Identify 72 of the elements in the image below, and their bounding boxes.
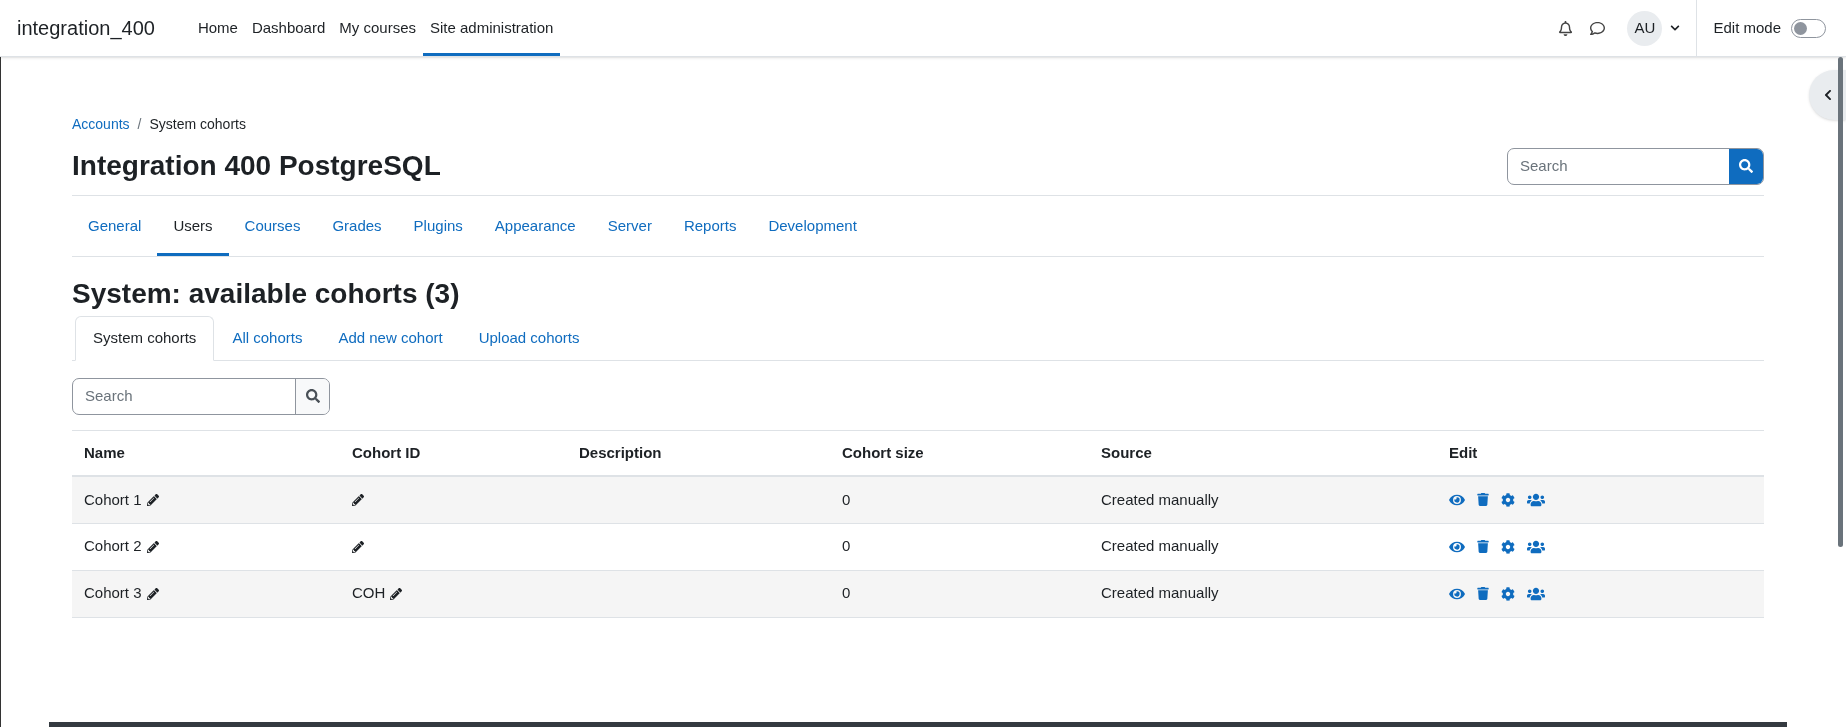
breadcrumb-current: System cohorts — [149, 115, 246, 134]
search-button[interactable] — [1729, 148, 1763, 184]
nav-link[interactable]: Site administration — [423, 0, 561, 56]
edit-mode-switch[interactable] — [1791, 18, 1826, 38]
search-field[interactable]: Search — [73, 378, 295, 414]
column-header: Description — [567, 430, 830, 476]
admin-tab[interactable]: Plugins — [397, 196, 479, 256]
section-heading: System: available cohorts (3) — [72, 277, 461, 311]
users-icon[interactable] — [1527, 538, 1545, 555]
table-cell-text: Cohort 3 — [84, 583, 142, 604]
pencil-icon[interactable] — [352, 540, 364, 553]
users-icon[interactable] — [1527, 491, 1545, 508]
breadcrumb-link[interactable]: Accounts — [72, 114, 130, 135]
search-icon — [1739, 159, 1753, 173]
chat-icon[interactable] — [1590, 20, 1606, 36]
column-header: Name — [72, 430, 340, 476]
settings-icon[interactable] — [1501, 586, 1515, 601]
table-cell: 0 — [842, 537, 851, 555]
admin-tab[interactable]: Grades — [316, 196, 398, 256]
nav-link[interactable]: Dashboard — [244, 0, 333, 56]
table-cell: 0 — [842, 490, 851, 508]
table-cell-text: COH — [352, 583, 386, 604]
column-header: Source — [1089, 430, 1437, 476]
pencil-icon[interactable] — [146, 493, 159, 506]
column-header: Cohort ID — [340, 430, 567, 476]
column-header: Cohort size — [830, 430, 1089, 476]
nav-link[interactable]: Home — [190, 0, 245, 56]
user-avatar[interactable]: AU — [1627, 10, 1663, 46]
trash-icon[interactable] — [1477, 493, 1489, 507]
nav-link[interactable]: My courses — [332, 0, 423, 56]
cohort-tab[interactable]: System cohorts — [75, 316, 215, 361]
table-cell-text: Cohort 2 — [84, 536, 142, 557]
scrollbar[interactable] — [1838, 57, 1843, 547]
trash-icon[interactable] — [1477, 587, 1489, 600]
edit-mode-label: Edit mode — [1713, 17, 1781, 38]
search-field[interactable]: Search — [1508, 148, 1729, 184]
admin-tab[interactable]: General — [72, 196, 158, 256]
pencil-icon[interactable] — [390, 587, 403, 600]
admin-tab[interactable]: Reports — [667, 196, 753, 256]
settings-icon[interactable] — [1501, 492, 1515, 507]
pencil-icon[interactable] — [352, 493, 364, 506]
search-box[interactable]: Search — [72, 377, 330, 415]
table-cell: 0 — [842, 584, 851, 602]
cohort-tab[interactable]: Add new cohort — [320, 316, 461, 361]
caret-icon[interactable] — [1670, 23, 1681, 33]
eye-icon[interactable] — [1449, 539, 1465, 554]
users-icon[interactable] — [1527, 585, 1545, 602]
table-cell: Created manually — [1101, 537, 1219, 555]
trash-icon[interactable] — [1477, 540, 1489, 553]
search-box[interactable]: Search — [1507, 147, 1764, 185]
site-name[interactable]: integration_400 — [17, 13, 155, 43]
eye-icon[interactable] — [1449, 586, 1465, 601]
page-title: Integration 400 PostgreSQL — [72, 149, 441, 183]
breadcrumb-separator: / — [137, 115, 142, 134]
settings-icon[interactable] — [1501, 539, 1515, 554]
cohort-tab[interactable]: All cohorts — [214, 316, 321, 361]
table-cell: Created manually — [1101, 584, 1219, 602]
pencil-icon[interactable] — [146, 587, 159, 600]
bell-icon[interactable] — [1558, 20, 1574, 36]
search-button[interactable] — [295, 378, 329, 414]
admin-tab[interactable]: Development — [752, 196, 873, 256]
admin-tab[interactable]: Server — [591, 196, 668, 256]
eye-icon[interactable] — [1449, 492, 1465, 507]
table-cell-text: Cohort 1 — [84, 489, 142, 510]
admin-tab[interactable]: Appearance — [478, 196, 592, 256]
table-cell: Created manually — [1101, 490, 1219, 508]
column-header: Edit — [1437, 430, 1764, 476]
admin-tab[interactable]: Users — [157, 196, 229, 256]
pencil-icon[interactable] — [146, 540, 159, 553]
search-icon — [305, 389, 320, 403]
cohort-tab[interactable]: Upload cohorts — [460, 316, 598, 361]
admin-tab[interactable]: Courses — [228, 196, 317, 256]
